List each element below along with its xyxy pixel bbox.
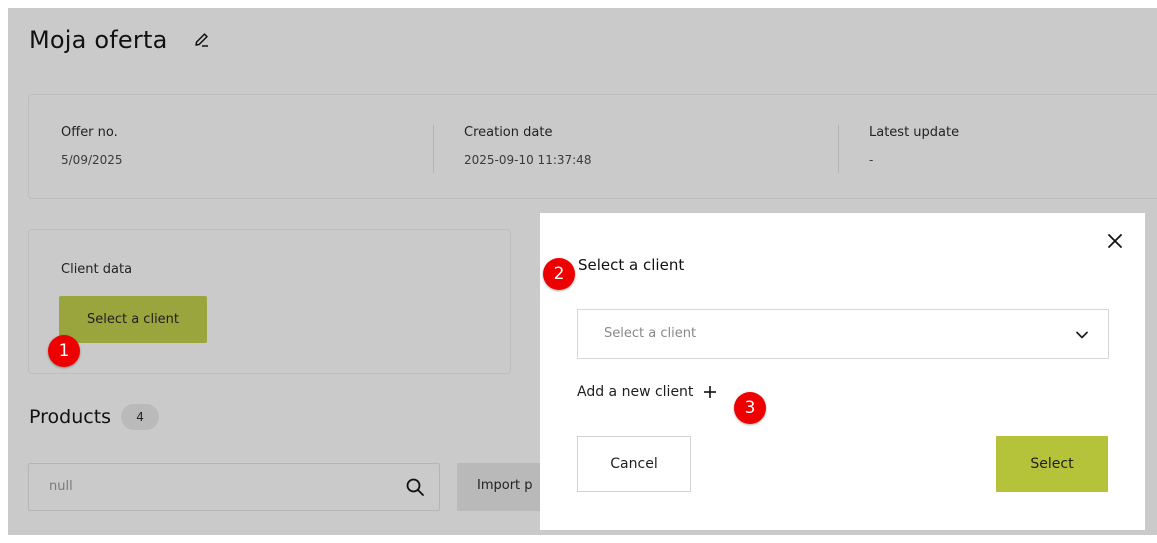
- pencil-icon[interactable]: [193, 31, 211, 49]
- products-count-badge: 4: [121, 404, 160, 430]
- search-icon[interactable]: [405, 477, 425, 497]
- search-input-value: null: [49, 479, 73, 494]
- select-client-button[interactable]: Select a client: [59, 296, 207, 343]
- step-marker-1: 1: [48, 335, 80, 367]
- creation-date-label: Creation date: [464, 125, 553, 140]
- creation-date-value: 2025-09-10 11:37:48: [464, 153, 592, 167]
- step-marker-2: 2: [543, 258, 575, 290]
- client-select-dropdown[interactable]: Select a client: [577, 309, 1109, 359]
- divider: [838, 125, 839, 173]
- select-button[interactable]: Select: [996, 436, 1108, 492]
- latest-update-label: Latest update: [869, 125, 960, 140]
- cancel-button[interactable]: Cancel: [577, 436, 691, 492]
- title-row: Moja oferta: [29, 26, 211, 54]
- products-title: Products: [29, 406, 112, 428]
- offer-number-label: Offer no.: [61, 125, 118, 140]
- chevron-down-icon: [1074, 327, 1090, 343]
- client-data-title: Client data: [61, 262, 133, 277]
- page-title: Moja oferta: [29, 26, 168, 54]
- offer-number-value: 5/09/2025: [61, 153, 123, 167]
- import-button-label: Import p: [477, 478, 533, 493]
- client-select-placeholder: Select a client: [604, 326, 697, 341]
- offer-info-card: Offer no. 5/09/2025 Creation date 2025-0…: [28, 94, 1157, 199]
- creation-date-block: Creation date 2025-09-10 11:37:48: [464, 125, 591, 167]
- latest-update-block: Latest update -: [869, 125, 959, 167]
- divider: [433, 125, 434, 173]
- add-new-client-label: Add a new client: [577, 384, 694, 400]
- client-data-card: Client data Select a client: [28, 229, 511, 374]
- close-icon[interactable]: [1107, 233, 1123, 249]
- product-search-input[interactable]: null: [28, 463, 440, 511]
- plus-icon[interactable]: [703, 385, 717, 399]
- offer-number-block: Offer no. 5/09/2025: [61, 125, 123, 167]
- add-new-client-link[interactable]: Add a new client: [577, 384, 717, 400]
- select-client-modal: Select a client Select a client Add a ne…: [540, 213, 1145, 530]
- latest-update-value: -: [869, 153, 874, 167]
- modal-title: Select a client: [578, 256, 685, 274]
- step-marker-3: 3: [734, 392, 766, 424]
- products-header: Products 4: [29, 404, 160, 430]
